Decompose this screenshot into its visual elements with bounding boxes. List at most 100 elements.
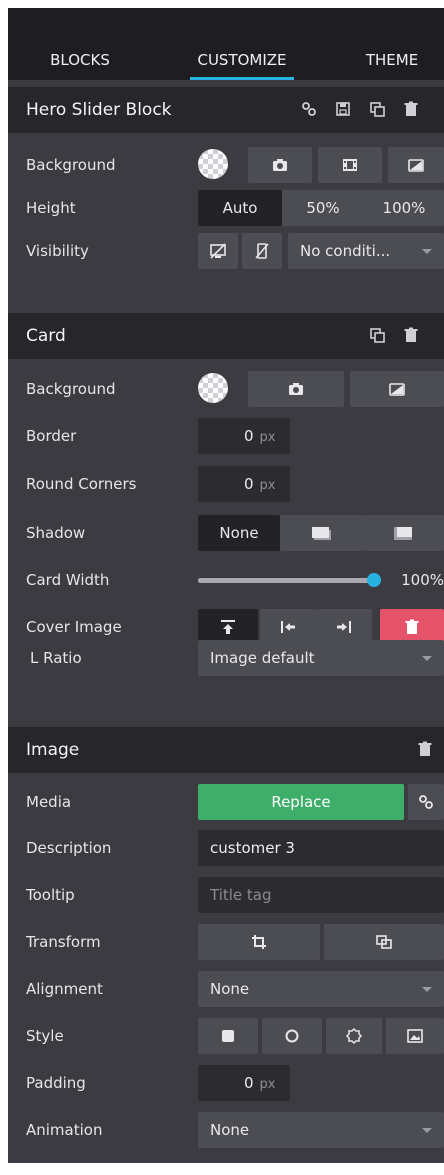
- hero-background-label: Background: [26, 156, 116, 174]
- card-border-input[interactable]: 0 px: [198, 418, 290, 454]
- hide-desktop-button[interactable]: [198, 233, 238, 269]
- visibility-condition-value: No conditi...: [300, 242, 391, 260]
- trash-icon[interactable]: [416, 740, 436, 760]
- replace-image-button[interactable]: Replace: [198, 784, 404, 820]
- height-100-button[interactable]: 100%: [364, 190, 444, 226]
- image-padding-unit: px: [259, 1077, 276, 1092]
- image-media-label: Media: [26, 793, 72, 811]
- image-padding-value: 0: [244, 1074, 254, 1092]
- hero-background-video-button[interactable]: [318, 147, 382, 183]
- card-section-title: Card: [26, 326, 66, 346]
- image-tooltip-input[interactable]: Title tag: [198, 877, 444, 913]
- card-shadow-label: Shadow: [26, 524, 86, 542]
- card-background-label: Background: [26, 380, 116, 398]
- hero-background-color-swatch[interactable]: [198, 149, 228, 179]
- circle-icon: [285, 1029, 299, 1043]
- shadow-large-button[interactable]: [364, 515, 444, 551]
- resize-icon: [376, 935, 392, 949]
- link-icon: [419, 795, 433, 809]
- card-round-corners-value: 0: [244, 475, 254, 493]
- image-animation-select[interactable]: None: [198, 1112, 444, 1148]
- tab-theme[interactable]: THEME: [340, 8, 444, 80]
- shadow-large-icon: [394, 527, 412, 540]
- card-background-color-swatch[interactable]: [198, 373, 228, 403]
- align-left-icon: [281, 621, 295, 633]
- image-style-label: Style: [26, 1027, 64, 1045]
- picture-icon: [407, 1029, 423, 1043]
- tab-blocks[interactable]: BLOCKS: [8, 8, 152, 80]
- save-icon[interactable]: [334, 100, 354, 120]
- height-auto-button[interactable]: Auto: [198, 190, 282, 226]
- trash-icon[interactable]: [402, 326, 422, 346]
- card-width-label: Card Width: [26, 571, 110, 589]
- image-section-header: Image: [8, 727, 444, 773]
- hero-section-header: Hero Slider Block: [8, 87, 444, 133]
- height-50-button[interactable]: 50%: [282, 190, 364, 226]
- hero-background-gradient-button[interactable]: [388, 147, 444, 183]
- gradient-icon: [408, 159, 424, 172]
- hero-background-image-button[interactable]: [248, 147, 312, 183]
- card-background-image-button[interactable]: [248, 371, 344, 407]
- card-ratio-select[interactable]: Image default: [198, 640, 444, 676]
- camera-icon: [273, 159, 287, 171]
- camera-icon: [289, 383, 303, 395]
- hero-height-label: Height: [26, 199, 76, 217]
- card-border-value: 0: [244, 427, 254, 445]
- image-alignment-label: Alignment: [26, 980, 103, 998]
- image-padding-label: Padding: [26, 1074, 86, 1092]
- image-transform-label: Transform: [26, 933, 101, 951]
- crop-button[interactable]: [198, 924, 320, 960]
- card-width-slider-handle[interactable]: [367, 573, 381, 587]
- hide-mobile-icon: [255, 243, 269, 259]
- style-square-button[interactable]: [198, 1018, 258, 1054]
- shadow-small-icon: [312, 527, 331, 540]
- align-top-icon: [221, 620, 235, 634]
- chevron-down-icon: [422, 987, 432, 992]
- image-padding-input[interactable]: 0 px: [198, 1065, 290, 1101]
- image-alignment-select[interactable]: None: [198, 971, 444, 1007]
- link-icon[interactable]: [300, 100, 320, 120]
- chevron-down-icon: [422, 656, 432, 661]
- card-width-slider-fill: [198, 578, 374, 583]
- visibility-condition-select[interactable]: No conditi...: [288, 233, 444, 269]
- card-width-value: 100%: [401, 571, 444, 589]
- image-link-button[interactable]: [408, 784, 444, 820]
- card-width-slider-track[interactable]: [198, 578, 374, 583]
- duplicate-icon[interactable]: [368, 100, 388, 120]
- style-circle-button[interactable]: [262, 1018, 322, 1054]
- image-description-input[interactable]: customer 3: [198, 830, 444, 866]
- image-animation-value: None: [210, 1121, 250, 1139]
- card-ratio-label: L Ratio: [30, 649, 82, 667]
- hero-visibility-label: Visibility: [26, 242, 89, 260]
- align-right-icon: [337, 621, 351, 633]
- tab-customize[interactable]: CUSTOMIZE: [168, 8, 316, 80]
- tab-bar: BLOCKS CUSTOMIZE THEME: [8, 8, 444, 80]
- card-border-label: Border: [26, 427, 77, 445]
- duplicate-icon[interactable]: [368, 326, 388, 346]
- shadow-small-button[interactable]: [280, 515, 364, 551]
- image-animation-label: Animation: [26, 1121, 103, 1139]
- square-icon: [222, 1030, 234, 1042]
- style-badge-button[interactable]: [326, 1018, 382, 1054]
- trash-icon: [405, 619, 419, 634]
- image-description-label: Description: [26, 839, 112, 857]
- film-icon: [343, 159, 357, 171]
- trash-icon[interactable]: [402, 100, 422, 120]
- card-background-gradient-button[interactable]: [350, 371, 444, 407]
- card-round-corners-input[interactable]: 0 px: [198, 466, 290, 502]
- active-tab-indicator: [190, 77, 294, 80]
- hero-section-title: Hero Slider Block: [26, 100, 172, 120]
- hide-desktop-icon: [210, 243, 226, 259]
- style-framed-button[interactable]: [386, 1018, 444, 1054]
- chevron-down-icon: [422, 1128, 432, 1133]
- shadow-none-button[interactable]: None: [198, 515, 280, 551]
- crop-icon: [252, 935, 266, 949]
- customize-panel: BLOCKS CUSTOMIZE THEME Hero Slider Block…: [8, 8, 444, 1163]
- image-alignment-value: None: [210, 980, 250, 998]
- card-round-corners-unit: px: [259, 478, 276, 493]
- resize-button[interactable]: [324, 924, 444, 960]
- card-border-unit: px: [259, 430, 276, 445]
- gradient-icon: [389, 383, 405, 396]
- card-ratio-value: Image default: [210, 649, 315, 667]
- hide-mobile-button[interactable]: [242, 233, 282, 269]
